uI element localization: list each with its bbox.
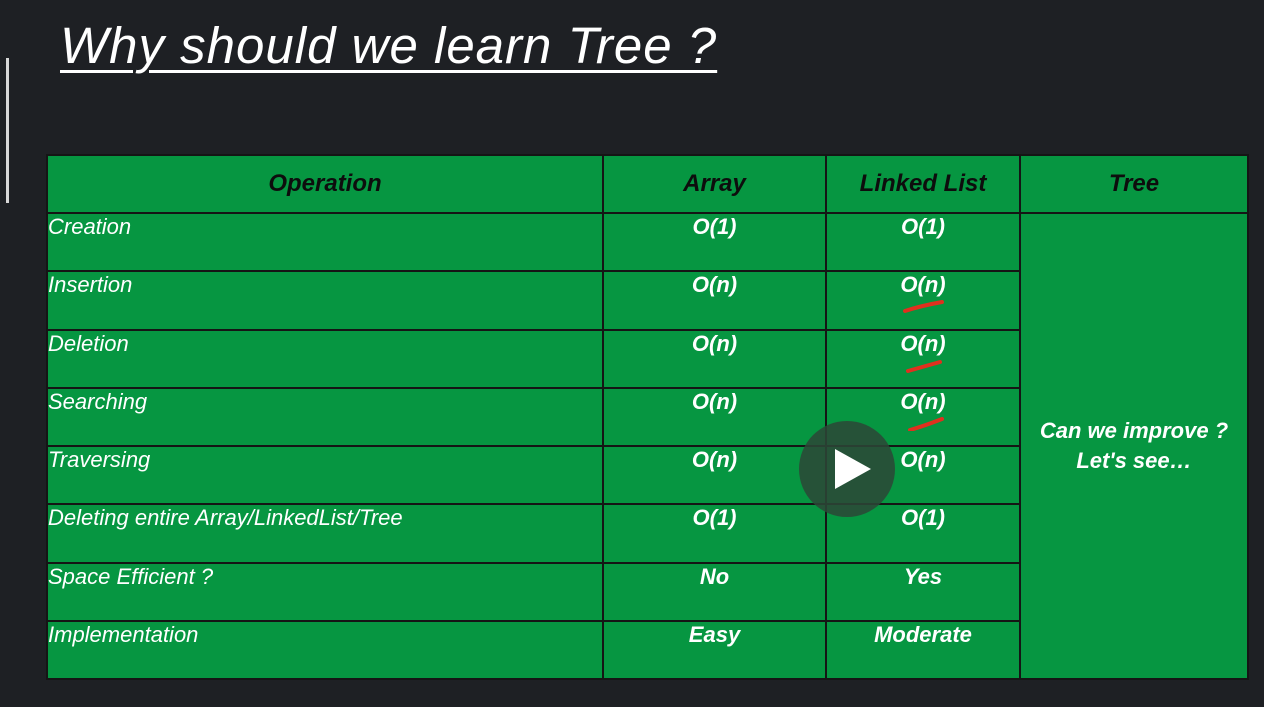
linked-list-cell: O(n) [825,328,1021,389]
table-row: Creation O(1) O(1) Can we improve ? Let'… [46,211,1249,680]
linked-list-cell: O(n) [825,270,1021,331]
linked-list-value: O(n) [900,388,946,414]
left-accent-bar [6,58,9,203]
linked-list-value: O(n) [900,272,946,298]
operation-cell: Searching [46,386,604,448]
tree-note-line2: Let's see… [1076,448,1192,473]
red-tick-mark-icon [906,359,943,373]
red-tick-mark-icon [903,300,945,314]
array-cell: O(1) [602,211,827,273]
operation-cell: Deletion [46,328,604,389]
linked-list-cell: Moderate [825,619,1021,681]
array-cell: O(n) [602,270,827,331]
array-cell: O(n) [602,444,827,506]
tree-note-cell: Can we improve ? Let's see… [1019,212,1249,680]
operation-cell: Deleting entire Array/LinkedList/Tree [46,503,604,564]
array-cell: O(n) [602,386,827,448]
array-cell: No [602,561,827,622]
slide: Why should we learn Tree ? Operation Arr… [0,0,1264,707]
linked-list-value: O(n) [900,330,946,356]
operation-cell: Space Efficient ? [46,561,604,622]
operation-cell: Insertion [46,270,604,331]
comparison-table: Operation Array Linked List Tree Creatio… [46,154,1249,681]
play-button[interactable] [799,421,895,517]
array-cell: O(1) [602,503,827,564]
header-array: Array [602,154,827,214]
red-tick-mark-icon [908,416,945,431]
play-icon [835,449,871,489]
slide-title: Why should we learn Tree ? [60,17,718,74]
operation-cell: Traversing [46,444,604,506]
operation-cell: Implementation [46,619,604,681]
operation-cell: Creation [46,211,604,273]
header-operation: Operation [46,154,604,214]
linked-list-cell: Yes [825,561,1021,622]
header-linked-list: Linked List [825,154,1021,214]
table-header-row: Operation Array Linked List Tree [46,154,1249,214]
array-cell: Easy [602,619,827,681]
array-cell: O(n) [602,328,827,389]
header-tree: Tree [1019,154,1249,214]
tree-note-line1: Can we improve ? [1039,418,1229,443]
linked-list-cell: O(1) [825,211,1021,273]
